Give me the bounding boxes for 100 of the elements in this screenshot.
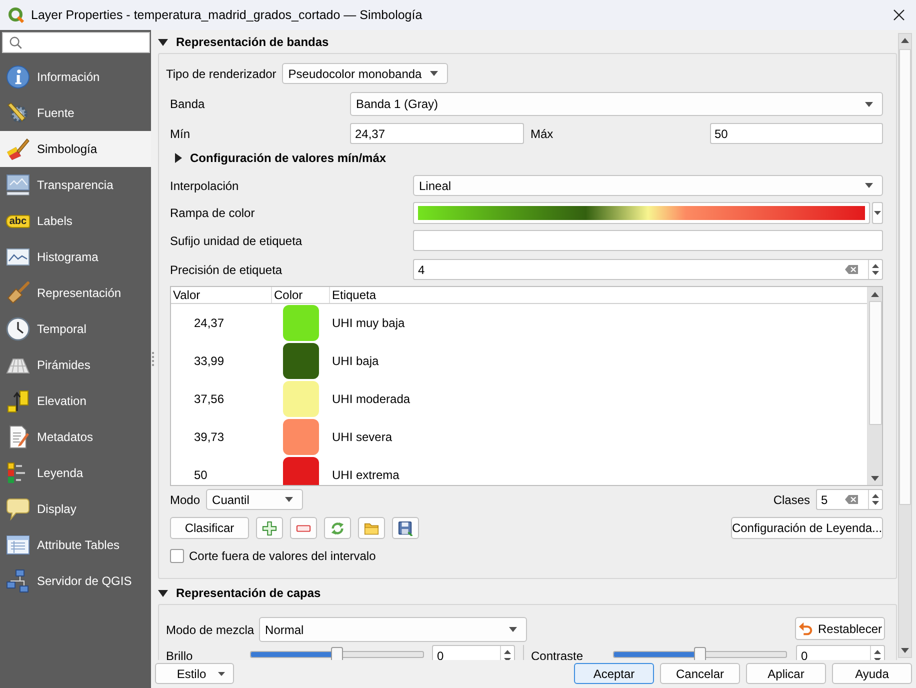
field-label: Precisión de etiqueta <box>170 262 284 278</box>
dialog-button[interactable]: Cancelar <box>660 663 740 684</box>
blend-mode-dropdown[interactable]: Normal <box>259 617 528 642</box>
sidebar-item[interactable]: Simbología <box>0 131 151 167</box>
caret-up-icon[interactable] <box>901 38 909 43</box>
triangle-down-icon[interactable] <box>158 590 168 596</box>
color-swatch-icon[interactable] <box>283 381 319 417</box>
clear-icon[interactable] <box>845 265 858 274</box>
caret-down-icon[interactable] <box>901 648 909 653</box>
sidebar-item[interactable]: Display <box>0 491 151 527</box>
remove-button[interactable] <box>290 517 317 539</box>
field-label: Brillo <box>166 648 194 660</box>
refresh-icon <box>330 520 345 536</box>
sidebar-item[interactable]: Metadatos <box>0 419 151 455</box>
caret-down-icon <box>430 71 438 76</box>
checkbox[interactable] <box>170 549 184 563</box>
table-cell-text: 24,37 <box>193 316 226 330</box>
field-label: Banda <box>170 96 206 113</box>
caret-up-icon[interactable] <box>872 264 879 268</box>
clear-icon[interactable] <box>845 495 858 504</box>
classes-spinbox[interactable]: 5 <box>816 489 883 510</box>
triangle-right-icon[interactable] <box>175 153 182 163</box>
scrollbar[interactable] <box>867 287 882 485</box>
color-swatch-icon[interactable] <box>283 343 319 379</box>
sidebar-item[interactable]: Temporal <box>0 311 151 347</box>
legend-settings-button[interactable]: Configuración de Leyenda... <box>731 517 883 539</box>
scrollbar-thumb[interactable] <box>899 49 911 505</box>
color-swatch-icon[interactable] <box>283 457 319 485</box>
checkbox-label: Corte fuera de valores del intervalo <box>189 549 376 563</box>
caret-up-icon[interactable] <box>874 650 881 654</box>
map-icon <box>6 173 30 197</box>
classify-button[interactable]: Clasificar <box>170 517 249 539</box>
sidebar-item[interactable]: Información <box>0 59 151 95</box>
slider-handle[interactable] <box>331 647 343 660</box>
caret-up-icon[interactable] <box>872 494 879 498</box>
triangle-down-icon[interactable] <box>158 38 168 46</box>
table-icon <box>6 533 30 557</box>
save-button[interactable] <box>392 517 419 539</box>
save-icon <box>398 520 413 536</box>
min-field[interactable]: 24,37 <box>350 123 524 144</box>
dialog-button[interactable]: Ayuda <box>832 663 912 684</box>
label-suffix-field[interactable] <box>413 230 883 251</box>
caret-up-icon[interactable] <box>504 650 511 654</box>
mode-dropdown[interactable]: Cuantil <box>206 489 304 510</box>
section-header[interactable]: Configuración de valores mín/máx <box>170 149 883 167</box>
table-cell-text: UHI baja <box>331 354 380 368</box>
refresh-button[interactable] <box>324 517 351 539</box>
column-header: Etiqueta <box>331 287 378 303</box>
window-title: Layer Properties - temperatura_madrid_grados_cortado — Simbología <box>31 8 424 22</box>
open-button[interactable] <box>358 517 385 539</box>
search-field[interactable] <box>2 32 150 53</box>
color-ramp-button[interactable] <box>413 202 870 224</box>
sidebar-item[interactable]: Transparencia <box>0 167 151 203</box>
undo-icon <box>798 621 813 636</box>
caret-up-icon[interactable] <box>871 292 879 297</box>
section-header[interactable]: Representación de bandas <box>155 31 898 53</box>
field-label: Interpolación <box>170 178 240 194</box>
field-label: Máx <box>530 126 554 142</box>
sidebar-item[interactable]: Attribute Tables <box>0 527 151 563</box>
add-button[interactable] <box>256 517 283 539</box>
clock-icon <box>6 317 30 341</box>
sidebar-item[interactable]: Histograma <box>0 239 151 275</box>
sidebar-item[interactable]: Representación <box>0 275 151 311</box>
field-label: Clases <box>773 492 810 508</box>
style-button[interactable]: Estilo <box>155 663 234 684</box>
field-label: Contraste <box>531 648 584 660</box>
sidebar-item[interactable]: Leyenda <box>0 455 151 491</box>
sidebar-item[interactable]: Servidor de QGIS <box>0 563 151 599</box>
caret-down-icon[interactable] <box>872 271 879 276</box>
sidebar-item[interactable]: abc Labels <box>0 203 151 239</box>
section-header[interactable]: Representación de capas <box>155 582 898 604</box>
slider-handle[interactable] <box>694 647 706 660</box>
sidebar-item[interactable]: Fuente <box>0 95 151 131</box>
caret-down-icon[interactable] <box>871 476 879 481</box>
brightness-spinbox[interactable]: 0 <box>432 645 515 660</box>
column-header: Color <box>272 287 330 303</box>
caret-down-icon <box>865 183 873 188</box>
caret-down-icon <box>865 102 873 106</box>
dialog-button[interactable]: Aplicar <box>746 663 826 684</box>
field-label: Rampa de color <box>170 205 256 222</box>
sidebar-item[interactable]: Pirámides <box>0 347 151 383</box>
ramp-menu-button[interactable] <box>872 202 883 224</box>
precision-spinbox[interactable]: 4 <box>413 259 883 280</box>
scrollbar[interactable] <box>898 33 912 658</box>
close-icon[interactable] <box>893 9 905 21</box>
band-dropdown[interactable]: Banda 1 (Gray) <box>350 92 883 116</box>
color-swatch-icon[interactable] <box>283 305 319 341</box>
table-cell-text: UHI extrema <box>331 468 400 482</box>
dialog-button[interactable]: Aceptar <box>574 663 654 684</box>
interpolation-dropdown[interactable]: Lineal <box>413 175 883 196</box>
color-swatch-icon[interactable] <box>283 419 319 455</box>
caret-down-icon[interactable] <box>872 501 879 506</box>
paintbrush-icon <box>6 137 30 161</box>
reset-button[interactable]: Restablecer <box>795 617 885 640</box>
contrast-spinbox[interactable]: 0 <box>796 645 885 660</box>
scrollbar-thumb[interactable] <box>868 301 882 425</box>
renderer-dropdown[interactable]: Pseudocolor monobanda <box>282 63 448 84</box>
max-field[interactable]: 50 <box>710 123 883 144</box>
sidebar-item[interactable]: Elevation <box>0 383 151 419</box>
folder-icon <box>364 520 379 536</box>
